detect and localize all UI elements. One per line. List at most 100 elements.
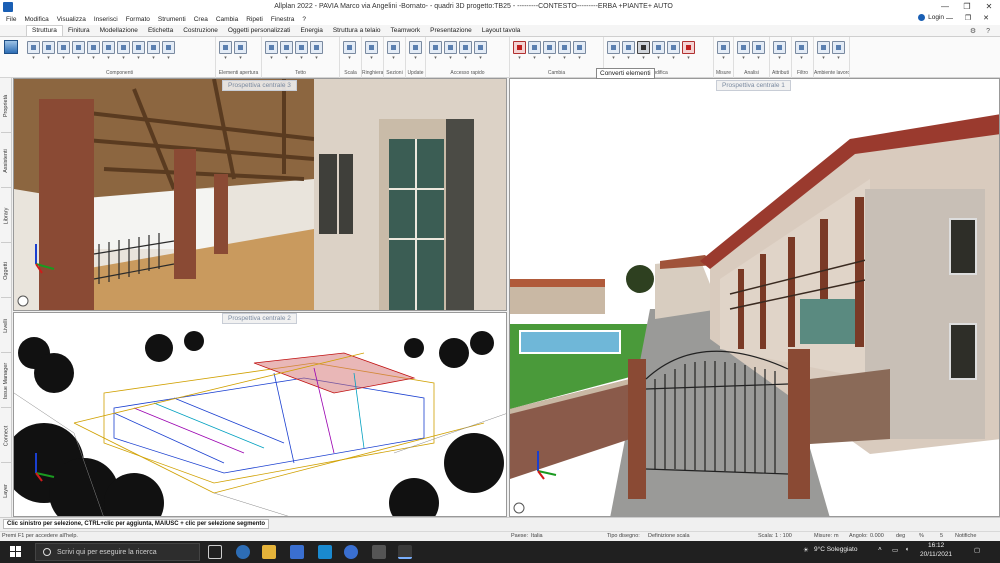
app-icon[interactable] [372, 545, 386, 559]
misure-value[interactable]: m [834, 533, 839, 539]
weather[interactable]: 9°C Soleggiato [814, 546, 857, 553]
dropdown-caret-icon[interactable]: ▾ [817, 55, 830, 61]
tool-icon[interactable] [652, 41, 665, 54]
dropdown-caret-icon[interactable]: ▾ [27, 55, 40, 61]
menu-inserisci[interactable]: Inserisci [94, 16, 118, 23]
taskbar-search[interactable]: Scrivi qui per eseguire la ricerca [35, 543, 200, 561]
tool-icon[interactable] [219, 41, 232, 54]
tool-icon[interactable] [365, 41, 378, 54]
tool-icon[interactable] [265, 41, 278, 54]
allplan-taskbar-icon[interactable] [398, 545, 412, 559]
maximize-button[interactable]: ❐ [956, 2, 978, 11]
tool-icon[interactable] [343, 41, 356, 54]
angolo-value[interactable]: 0.000 [870, 533, 884, 539]
globe-icon[interactable] [344, 545, 358, 559]
dropdown-caret-icon[interactable]: ▾ [682, 55, 695, 61]
dropdown-caret-icon[interactable]: ▾ [295, 55, 308, 61]
side-tab-proprieta[interactable]: Proprietà [0, 78, 12, 133]
tool-icon[interactable] [132, 41, 145, 54]
tool-icon[interactable] [72, 41, 85, 54]
tool-icon[interactable] [558, 41, 571, 54]
menu-help[interactable]: ? [302, 16, 306, 23]
tool-icon[interactable] [409, 41, 422, 54]
clock-date[interactable]: 20/11/2021 [920, 551, 952, 558]
dropdown-caret-icon[interactable]: ▾ [832, 55, 845, 61]
palette-toggle-button[interactable] [4, 40, 20, 60]
dropdown-caret-icon[interactable]: ▾ [429, 55, 442, 61]
document-window-controls[interactable]: — ❐ ✕ [946, 14, 994, 22]
tool-icon[interactable] [162, 41, 175, 54]
mail-icon[interactable] [318, 545, 332, 559]
dropdown-caret-icon[interactable]: ▾ [667, 55, 680, 61]
dropdown-caret-icon[interactable]: ▾ [513, 55, 526, 61]
tool-icon[interactable] [57, 41, 70, 54]
viewport-right[interactable]: Prospettiva centrale 1 [509, 78, 1000, 517]
side-tab-assistenti[interactable]: Assistenti [0, 133, 12, 188]
tool-icon[interactable] [607, 41, 620, 54]
dropdown-caret-icon[interactable]: ▾ [752, 55, 765, 61]
tool-icon[interactable] [795, 41, 808, 54]
viewport-bottom-left[interactable]: Prospettiva centrale 2 [13, 312, 507, 517]
scala-value[interactable]: 1 : 100 [775, 533, 792, 539]
dropdown-caret-icon[interactable]: ▾ [102, 55, 115, 61]
network-icon[interactable]: ▭ [892, 546, 898, 554]
tool-icon[interactable] [310, 41, 323, 54]
login-button[interactable]: Login [918, 14, 944, 21]
tool-icon[interactable] [528, 41, 541, 54]
tray-chevron-icon[interactable]: ˄ [878, 546, 882, 553]
side-tab-library[interactable]: Library [0, 188, 12, 243]
dropdown-caret-icon[interactable]: ▾ [72, 55, 85, 61]
dropdown-caret-icon[interactable]: ▾ [737, 55, 750, 61]
tab-struttura[interactable]: Struttura [26, 25, 63, 36]
tool-icon[interactable] [87, 41, 100, 54]
tab-struttura-a-telaio[interactable]: Struttura a telaio [328, 26, 386, 36]
dropdown-caret-icon[interactable]: ▾ [42, 55, 55, 61]
windows-start-icon[interactable] [10, 546, 22, 558]
dropdown-caret-icon[interactable]: ▾ [652, 55, 665, 61]
menu-crea[interactable]: Crea [194, 16, 208, 23]
dropdown-caret-icon[interactable]: ▾ [162, 55, 175, 61]
tool-icon[interactable] [667, 41, 680, 54]
minimize-button[interactable]: — [934, 2, 956, 11]
dropdown-caret-icon[interactable]: ▾ [132, 55, 145, 61]
tab-etichetta[interactable]: Etichetta [143, 26, 178, 36]
dropdown-caret-icon[interactable]: ▾ [459, 55, 472, 61]
tool-icon[interactable] [42, 41, 55, 54]
tab-oggetti-personalizzati[interactable]: Oggetti personalizzati [223, 26, 296, 36]
percent-value[interactable]: 5 [940, 533, 943, 539]
tool-icon[interactable] [280, 41, 293, 54]
side-tab-connect[interactable]: Connect [0, 408, 12, 463]
menu-visualizza[interactable]: Visualizza [57, 16, 86, 23]
dropdown-caret-icon[interactable]: ▾ [280, 55, 293, 61]
dropdown-caret-icon[interactable]: ▾ [265, 55, 278, 61]
side-tab-issue-manager[interactable]: Issue Manager [0, 353, 12, 408]
dropdown-caret-icon[interactable]: ▾ [387, 55, 400, 61]
tab-layout-tavola[interactable]: Layout tavola [477, 26, 526, 36]
edge-icon[interactable] [236, 545, 250, 559]
tool-icon[interactable] [832, 41, 845, 54]
notifiche-button[interactable]: Notifiche [955, 533, 976, 539]
dropdown-caret-icon[interactable]: ▾ [773, 55, 786, 61]
dropdown-caret-icon[interactable]: ▾ [343, 55, 356, 61]
tool-icon[interactable] [295, 41, 308, 54]
tool-icon[interactable] [474, 41, 487, 54]
clock-time[interactable]: 16:12 [928, 542, 944, 549]
paese-value[interactable]: Italia [531, 533, 543, 539]
dropdown-caret-icon[interactable]: ▾ [543, 55, 556, 61]
dropdown-caret-icon[interactable]: ▾ [622, 55, 635, 61]
menu-file[interactable]: File [6, 16, 16, 23]
notification-icon[interactable]: ▢ [974, 546, 980, 554]
tool-icon[interactable] [444, 41, 457, 54]
tool-icon[interactable] [27, 41, 40, 54]
dropdown-caret-icon[interactable]: ▾ [558, 55, 571, 61]
store-icon[interactable] [290, 545, 304, 559]
tool-icon[interactable] [147, 41, 160, 54]
tool-icon[interactable] [387, 41, 400, 54]
dropdown-caret-icon[interactable]: ▾ [234, 55, 247, 61]
tool-icon[interactable] [717, 41, 730, 54]
side-tab-livelli[interactable]: Livelli [0, 298, 12, 353]
tool-icon[interactable] [117, 41, 130, 54]
dropdown-caret-icon[interactable]: ▾ [474, 55, 487, 61]
tipo-disegno-value[interactable]: Definizione scala [648, 533, 690, 539]
ribbon-settings-icon[interactable]: ⚙ ? [970, 27, 994, 35]
